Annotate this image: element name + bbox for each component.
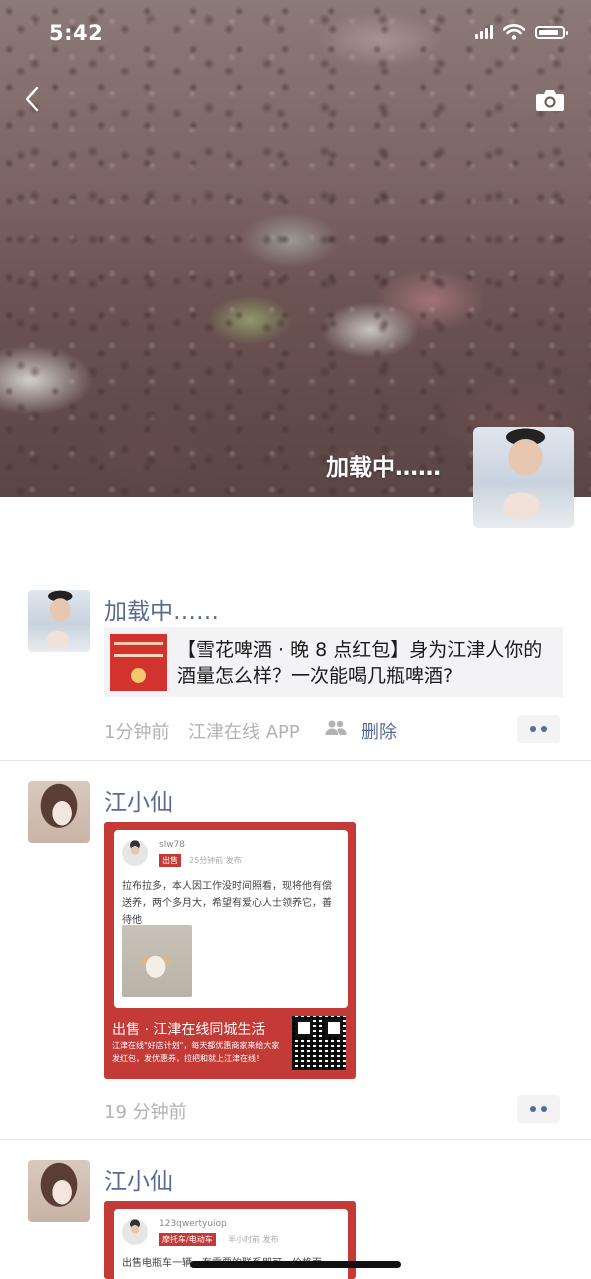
post-source[interactable]: 江津在线 APP bbox=[188, 718, 300, 744]
shot-tag: 摩托车/电动车 bbox=[159, 1233, 216, 1246]
more-actions-button[interactable] bbox=[517, 1095, 560, 1123]
shot-body: 拉布拉多，本人因工作没时间照看，现将他有偿送养，两个多月大，希望有爱心人士领养它… bbox=[122, 881, 332, 926]
status-time: 5:42 bbox=[49, 21, 104, 45]
link-title: 【雪花啤酒 · 晚 8 点红包】身为江津人你的酒量怎么样？一次能喝几瓶啤酒? bbox=[177, 639, 543, 687]
post-author-name[interactable]: 加载中…… bbox=[104, 592, 219, 626]
shot-card: 123qwertyuiop 摩托车/电动车 半小时前 发布 出售电瓶车一辆，有需… bbox=[114, 1209, 348, 1279]
avatar[interactable] bbox=[28, 781, 90, 843]
home-indicator[interactable] bbox=[190, 1261, 401, 1268]
shot-avatar bbox=[122, 1219, 148, 1245]
post-time: 19 分钟前 bbox=[104, 1102, 187, 1123]
back-icon[interactable] bbox=[20, 84, 50, 114]
cover-image[interactable] bbox=[0, 0, 591, 497]
shot-tag-time: 半小时前 发布 bbox=[228, 1235, 279, 1244]
friends-visibility-icon[interactable] bbox=[325, 719, 347, 737]
link-thumbnail bbox=[110, 634, 167, 691]
post-author-name[interactable]: 江小仙 bbox=[104, 1162, 173, 1196]
shot-tag: 出售 bbox=[159, 854, 181, 867]
more-actions-button[interactable] bbox=[517, 715, 560, 743]
qr-code bbox=[292, 1016, 346, 1070]
status-icons bbox=[475, 24, 568, 40]
shot-footer-sub: 江津在线"好店计划"，每天都优惠商家来给大家发红包，发优惠券，拉把和就上江津在线… bbox=[112, 1041, 280, 1063]
divider bbox=[0, 1139, 591, 1140]
avatar[interactable] bbox=[28, 590, 90, 652]
dog-photo bbox=[122, 925, 192, 997]
cover-user-name: 加载中…… bbox=[326, 455, 441, 481]
avatar[interactable] bbox=[28, 1160, 90, 1222]
delete-button[interactable]: 删除 bbox=[361, 718, 397, 744]
divider bbox=[0, 760, 591, 761]
shot-tag-time: 25分钟前 发布 bbox=[189, 856, 242, 865]
cover-avatar[interactable] bbox=[473, 427, 574, 528]
shot-footer-title: 出售 · 江津在线同城生活 bbox=[112, 1022, 266, 1038]
link-card[interactable]: 【雪花啤酒 · 晚 8 点红包】身为江津人你的酒量怎么样？一次能喝几瓶啤酒? bbox=[104, 627, 563, 697]
shot-card: slw78 出售 25分钟前 发布 拉布拉多，本人因工作没时间照看，现将他有偿送… bbox=[114, 830, 348, 1008]
shot-avatar bbox=[122, 840, 148, 866]
cellular-signal-icon bbox=[475, 25, 493, 39]
post-image[interactable]: slw78 出售 25分钟前 发布 拉布拉多，本人因工作没时间照看，现将他有偿送… bbox=[104, 822, 356, 1079]
shot-user: 123qwertyuiop bbox=[159, 1219, 227, 1229]
wifi-icon bbox=[503, 24, 525, 40]
shot-user: slw78 bbox=[159, 840, 186, 850]
post-author-name[interactable]: 江小仙 bbox=[104, 783, 173, 817]
battery-icon bbox=[535, 25, 568, 39]
post-time: 1分钟前 bbox=[104, 722, 170, 743]
camera-icon[interactable] bbox=[535, 88, 565, 112]
